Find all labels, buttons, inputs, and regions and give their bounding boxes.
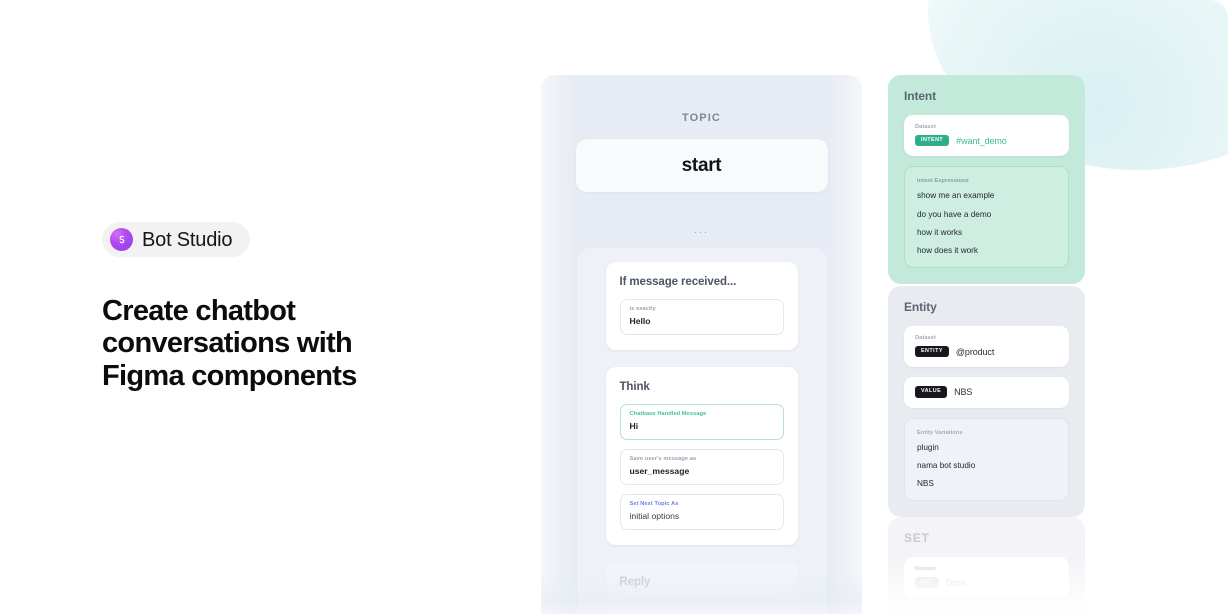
spiral-logo-icon xyxy=(110,228,133,251)
field-value: initial options xyxy=(629,510,680,521)
dataset-caption: Dataset xyxy=(915,566,936,572)
intent-value: #want_demo xyxy=(956,135,1007,146)
set-badge: SET xyxy=(915,577,939,589)
intent-badge-row: INTENT #want_demo xyxy=(915,135,1058,147)
flow-connector-dots: ... xyxy=(693,224,710,236)
dataset-caption: Dataset xyxy=(915,124,936,130)
entity-variations-caption: Entity Variations xyxy=(917,429,963,436)
intent-panel: Intent Dataset INTENT #want_demo Intent … xyxy=(888,75,1085,285)
set-value: Docs xyxy=(945,577,966,588)
field-label xyxy=(630,606,774,613)
entity-variations-box: Entity Variations plugin nama bot studio… xyxy=(904,417,1069,502)
field-label: is exactly xyxy=(629,306,656,312)
field-reply-placeholder[interactable] xyxy=(619,599,784,614)
panel-title-entity: Entity xyxy=(904,300,937,314)
panel-title-intent: Intent xyxy=(904,89,937,103)
dataset-caption: Dataset xyxy=(915,335,936,341)
intent-expressions-box: Intent Expressions show me an example do… xyxy=(904,166,1069,269)
page-title: Create chatbot conversations with Figma … xyxy=(102,295,357,392)
field-label: Save user's message as xyxy=(629,456,697,463)
node-card-reply[interactable]: Reply xyxy=(605,562,798,614)
brand-name: Bot Studio xyxy=(142,228,233,251)
list-item[interactable]: how does it work xyxy=(917,246,1056,255)
entity-badge-row: ENTITY @product xyxy=(915,346,1058,358)
panel-right-shade xyxy=(828,75,862,614)
panel-left-shade xyxy=(541,75,575,614)
field-chatbase-handled-message[interactable]: Chatbase Handled Message Hi xyxy=(619,404,784,441)
topic-label: TOPIC xyxy=(682,112,721,124)
intent-badge: INTENT xyxy=(915,135,950,147)
conversation-flow-panel: TOPIC start ... If message received... i… xyxy=(541,75,862,614)
node-title: Think xyxy=(619,381,650,394)
node-card-if-message-received[interactable]: If message received... is exactly Hello xyxy=(605,262,798,351)
start-node-card[interactable]: start xyxy=(575,139,828,192)
hero-section: Bot Studio Create chatbot conversations … xyxy=(102,222,502,392)
field-value: Hi xyxy=(629,420,639,431)
list-item[interactable]: show me an example xyxy=(917,192,1056,200)
entity-badge: ENTITY xyxy=(915,346,949,358)
entity-value: @product xyxy=(955,346,995,357)
list-item[interactable]: plugin xyxy=(917,443,1056,452)
field-set-next-topic-as[interactable]: Set Next Topic As initial options xyxy=(619,494,784,531)
node-stack: If message received... is exactly Hello … xyxy=(576,248,827,614)
intent-expressions-caption: Intent Expressions xyxy=(917,178,969,185)
entity-dataset-card[interactable]: Dataset ENTITY @product xyxy=(904,326,1069,368)
page-root: Bot Studio Create chatbot conversations … xyxy=(0,0,1228,614)
brand-pill[interactable]: Bot Studio xyxy=(102,222,251,257)
node-card-think[interactable]: Think Chatbase Handled Message Hi Save u… xyxy=(605,367,798,546)
field-label: Set Next Topic As xyxy=(629,501,679,508)
list-item[interactable]: do you have a demo xyxy=(917,210,1056,219)
start-node-label: start xyxy=(681,154,722,176)
panel-title-set: SET xyxy=(904,531,930,545)
list-item[interactable]: how it works xyxy=(917,228,1056,237)
intent-dataset-card[interactable]: Dataset INTENT #want_demo xyxy=(904,115,1069,157)
field-label: Chatbase Handled Message xyxy=(629,411,707,418)
field-value: user_message xyxy=(629,465,690,476)
field-value: Hello xyxy=(629,315,651,326)
field-is-exactly[interactable]: is exactly Hello xyxy=(619,299,784,336)
list-item[interactable]: NBS xyxy=(917,480,1056,488)
set-panel: SET Dataset SET Docs xyxy=(888,517,1085,614)
value-badge: VALUE xyxy=(915,386,948,398)
entity-value-card[interactable]: VALUE NBS xyxy=(904,377,1069,408)
value-value: NBS xyxy=(954,387,973,398)
entity-panel: Entity Dataset ENTITY @product VALUE NBS… xyxy=(888,286,1085,518)
value-badge-row: VALUE NBS xyxy=(915,386,1058,398)
field-save-user-message-as[interactable]: Save user's message as user_message xyxy=(619,449,784,486)
node-title: If message received... xyxy=(619,276,737,288)
set-badge-row: SET Docs xyxy=(915,577,1058,589)
set-dataset-card[interactable]: Dataset SET Docs xyxy=(904,557,1069,599)
list-item[interactable]: nama bot studio xyxy=(917,461,1056,470)
node-title: Reply xyxy=(619,576,651,589)
